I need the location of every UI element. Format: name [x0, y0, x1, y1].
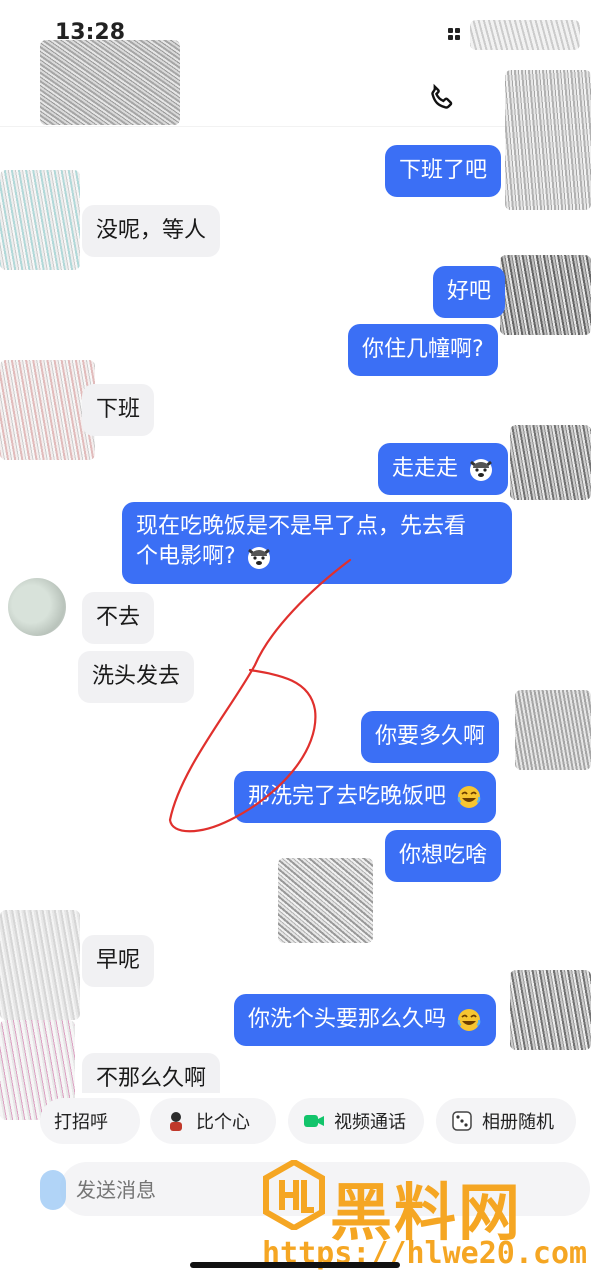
message-text-line: 现在吃晚饭是不是早了点，先去看 — [136, 514, 467, 539]
contact-avatar[interactable] — [0, 360, 95, 460]
dice-icon — [452, 1111, 472, 1131]
voice-button[interactable] — [40, 1170, 66, 1210]
redaction-scribble — [510, 425, 591, 500]
message-bubble-sent[interactable]: 你想吃啥 — [385, 830, 502, 882]
message-bubble-received[interactable]: 没呢，等人 — [82, 205, 221, 257]
status-bar: 13:28 — [0, 0, 591, 125]
message-bubble-sent[interactable]: 好吧 — [433, 266, 506, 318]
chat-header — [0, 70, 591, 127]
quick-action-label: 打招呼 — [54, 1112, 108, 1133]
message-bubble-sent[interactable]: 下班了吧 — [385, 145, 502, 197]
quick-action-label: 视频通话 — [334, 1112, 406, 1133]
contact-avatar[interactable] — [8, 578, 66, 636]
contact-avatar[interactable] — [0, 910, 80, 1020]
dog-emoji-icon — [470, 459, 493, 481]
watermark-logo — [263, 1160, 325, 1230]
message-bubble-received[interactable]: 下班 — [82, 384, 155, 436]
message-bubble-sent[interactable]: 你住几幢啊? — [348, 324, 498, 376]
redaction-scribble — [515, 690, 591, 770]
phone-call-icon[interactable] — [426, 82, 458, 114]
message-bubble-received[interactable]: 不那么久啊 — [82, 1053, 221, 1093]
heart-gesture-icon — [170, 1112, 182, 1131]
quick-action-heart[interactable]: 比个心 — [150, 1098, 276, 1144]
quick-action-random-album[interactable]: 相册随机 — [436, 1098, 576, 1144]
message-text: 走走走 — [392, 456, 459, 481]
message-bubble-received[interactable]: 早呢 — [82, 935, 155, 987]
redaction-scribble — [278, 858, 373, 943]
video-camera-icon — [304, 1115, 324, 1127]
redaction-scribble — [500, 255, 591, 335]
quick-actions-bar: 打招呼 比个心 视频通话 相册随机 — [0, 1098, 591, 1148]
laughing-emoji-icon — [457, 786, 481, 808]
contact-avatar[interactable] — [0, 170, 80, 270]
quick-action-greet[interactable]: 打招呼 — [40, 1098, 140, 1144]
quick-action-label: 比个心 — [196, 1112, 250, 1133]
red-annotation-stroke — [168, 558, 352, 833]
signal-icon — [448, 28, 464, 44]
quick-action-label: 相册随机 — [482, 1112, 554, 1133]
message-bubble-sent[interactable]: 你要多久啊 — [361, 711, 500, 763]
redaction-scribble — [470, 20, 580, 50]
redaction-scribble — [510, 970, 591, 1050]
message-bubble-sent[interactable]: 走走走 — [378, 443, 509, 495]
message-bubble-sent[interactable]: 你洗个头要那么久吗 — [234, 994, 497, 1046]
redaction-scribble — [505, 70, 591, 210]
message-bubble-received[interactable]: 不去 — [82, 592, 155, 644]
quick-action-video-call[interactable]: 视频通话 — [288, 1098, 424, 1144]
message-text: 你洗个头要那么久吗 — [248, 1007, 447, 1032]
home-indicator — [190, 1262, 400, 1268]
laughing-emoji-icon — [457, 1009, 481, 1031]
